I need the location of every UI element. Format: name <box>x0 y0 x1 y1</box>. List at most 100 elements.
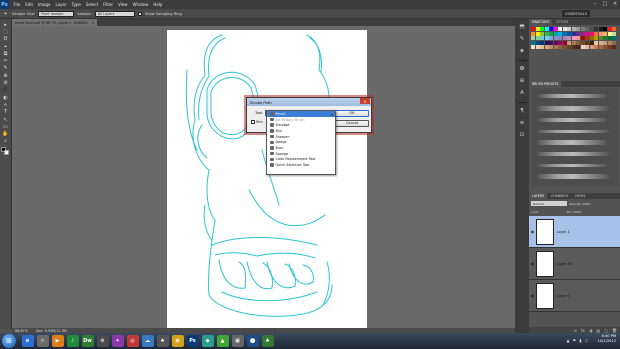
show-ring-checkbox[interactable] <box>137 11 142 16</box>
clock[interactable]: 8:40 PM 10/1/2012 <box>598 334 616 344</box>
path-select-tool-icon[interactable]: ↖ <box>2 116 10 123</box>
color-swatch[interactable] <box>603 40 607 45</box>
layer-action-icon[interactable]: 🗑 <box>612 328 617 333</box>
color-swatch[interactable] <box>585 31 589 36</box>
color-swatch[interactable] <box>576 27 580 31</box>
color-swatch[interactable] <box>535 36 540 40</box>
color-swatch[interactable] <box>603 45 607 49</box>
color-swatch[interactable] <box>598 40 603 45</box>
color-swatch[interactable] <box>531 27 535 31</box>
color-swatch[interactable] <box>540 27 544 31</box>
color-swatch[interactable] <box>562 27 567 31</box>
tray-icon[interactable]: ♫ <box>584 338 588 343</box>
color-swatch[interactable] <box>558 36 562 40</box>
color-swatch[interactable] <box>607 31 612 36</box>
layer-row[interactable]: ◉ Layer 1 <box>529 216 620 248</box>
color-swatch[interactable] <box>576 40 580 45</box>
brush-stroke[interactable] <box>537 164 607 167</box>
color-swatch[interactable] <box>535 27 540 31</box>
menu-view[interactable]: View <box>116 2 131 7</box>
layer-action-icon[interactable]: fx <box>581 328 585 333</box>
layer-action-icon[interactable]: ∞ <box>574 328 577 333</box>
tab-layers[interactable]: LAYERS <box>529 193 547 199</box>
dodge-tool-icon[interactable]: ◐ <box>2 94 10 101</box>
color-swatch[interactable] <box>549 31 553 36</box>
color-swatch[interactable] <box>558 27 562 31</box>
color-swatch[interactable] <box>544 40 549 45</box>
brush-stroke[interactable] <box>537 130 609 133</box>
color-swatch[interactable] <box>594 45 598 49</box>
color-swatch[interactable] <box>544 36 549 40</box>
move-tool-icon[interactable]: ▸ <box>2 21 10 28</box>
taskbar-app-icon[interactable]: ☼ <box>36 335 49 347</box>
dialog-close-button[interactable]: x <box>360 98 370 104</box>
color-swatch[interactable] <box>553 36 558 40</box>
color-swatch[interactable] <box>567 45 571 49</box>
crop-tool-icon[interactable]: ⧉ <box>2 50 10 57</box>
color-swatch[interactable] <box>571 27 576 31</box>
color-swatch[interactable] <box>553 40 558 45</box>
color-swatch[interactable] <box>535 40 540 45</box>
taskbar-app-icon[interactable]: ⬤ <box>246 335 259 347</box>
visibility-eye-icon[interactable]: ◉ <box>529 229 536 234</box>
minimize-button[interactable]: – <box>590 0 600 8</box>
taskbar-app-icon[interactable]: ♪ <box>66 335 79 347</box>
taskbar-app-icon[interactable]: ✦ <box>111 335 124 347</box>
layer-action-icon[interactable]: ◑ <box>589 328 593 333</box>
color-swatch[interactable] <box>580 45 585 49</box>
color-swatch[interactable] <box>553 31 558 36</box>
color-swatch[interactable] <box>544 45 549 49</box>
zoom-tool-icon[interactable]: ⌕ <box>2 138 10 145</box>
menu-select[interactable]: Select <box>83 2 100 7</box>
brush-stroke[interactable] <box>537 140 607 145</box>
color-swatch[interactable] <box>540 45 544 49</box>
color-swatch[interactable] <box>553 27 558 31</box>
taskbar-app-icon[interactable]: ◎ <box>126 335 139 347</box>
tray-icon[interactable]: ⚑ <box>573 338 577 343</box>
color-swatch[interactable] <box>598 31 603 36</box>
cancel-button[interactable]: Cancel <box>335 120 369 127</box>
brush-stroke[interactable] <box>537 118 607 122</box>
stamp-tool-icon[interactable]: ⊕ <box>2 72 10 79</box>
color-swatch[interactable] <box>535 31 540 36</box>
color-swatch[interactable] <box>594 31 598 36</box>
start-button[interactable]: ⊞ <box>2 334 16 348</box>
color-swatch[interactable] <box>576 36 580 40</box>
color-swatch[interactable] <box>612 40 616 45</box>
menu-layer[interactable]: Layer <box>53 2 69 7</box>
dock-panel-icon[interactable]: ⬒ <box>518 22 527 31</box>
taskbar-app-icon[interactable]: ▶ <box>51 335 64 347</box>
color-swatch[interactable] <box>531 31 535 36</box>
layer-action-icon[interactable]: ▢ <box>604 328 608 333</box>
color-swatch[interactable] <box>562 36 567 40</box>
color-swatch[interactable] <box>598 36 603 40</box>
menu-type[interactable]: Type <box>69 2 83 7</box>
visibility-eye-icon[interactable]: ◉ <box>529 293 536 298</box>
taskbar-app-icon[interactable]: ▣ <box>231 335 244 347</box>
color-swatch[interactable] <box>612 36 616 40</box>
menu-image[interactable]: Image <box>35 2 53 7</box>
visibility-eye-icon[interactable]: ◉ <box>529 261 536 266</box>
dock-panel-icon[interactable]: ≡ <box>518 118 527 127</box>
color-swatch[interactable] <box>540 36 544 40</box>
color-swatch[interactable] <box>598 27 603 31</box>
tab-brush-presets[interactable]: BRUSH PRESETS <box>529 81 562 87</box>
type-tool-icon[interactable]: T <box>2 109 10 116</box>
sample-select[interactable]: All Layers <box>94 10 135 17</box>
color-swatch[interactable] <box>594 27 598 31</box>
simulate-pressure-checkbox[interactable] <box>251 120 255 124</box>
sample-size-select[interactable]: Point Sample <box>38 10 75 17</box>
chevron-down-icon[interactable]: ▾ <box>331 112 333 117</box>
background-color-swatch[interactable] <box>4 150 9 156</box>
color-swatch[interactable] <box>589 40 594 45</box>
pen-tool-icon[interactable]: ⋄ <box>2 101 10 108</box>
brush-stroke[interactable] <box>537 94 607 98</box>
color-swatch[interactable] <box>549 45 553 49</box>
color-swatch[interactable] <box>607 40 612 45</box>
menu-window[interactable]: Window <box>130 2 151 7</box>
color-swatch[interactable] <box>562 45 567 49</box>
lasso-tool-icon[interactable]: ʘ <box>2 36 10 43</box>
color-swatch[interactable] <box>544 27 549 31</box>
color-swatch[interactable] <box>580 36 585 40</box>
tray-icon[interactable]: ▲ <box>567 338 570 343</box>
